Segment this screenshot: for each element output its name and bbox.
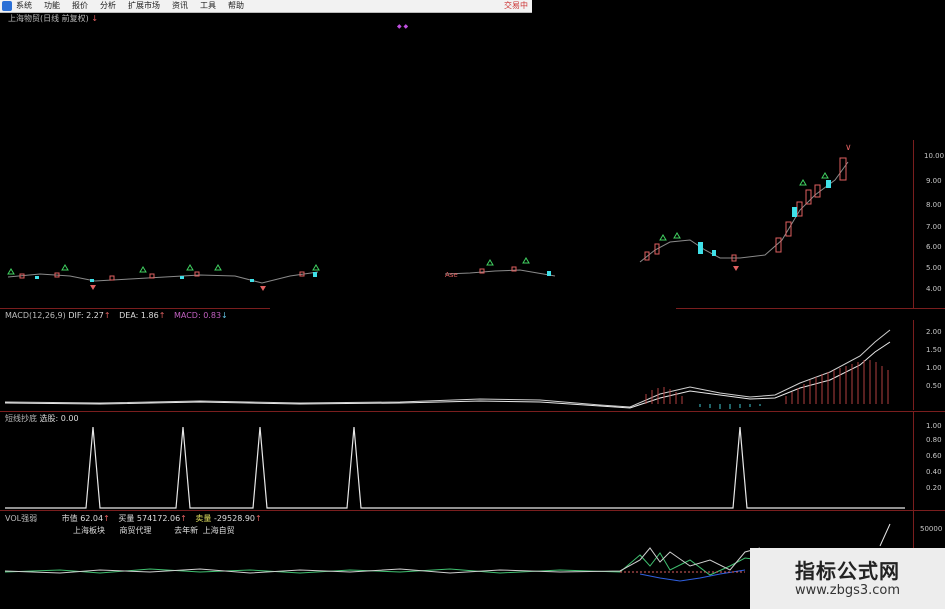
up-arrow-icon: [214, 264, 222, 271]
up-arrow-icon: [486, 259, 494, 266]
up-arrow-icon: [821, 172, 829, 179]
candles-down: [35, 180, 831, 282]
candle: [792, 207, 797, 217]
up-arrow-icon: [139, 266, 147, 273]
signal-series: [5, 426, 905, 509]
up-arrow-icon: [312, 264, 320, 271]
up-arrow-icon: [522, 257, 530, 264]
chart-canvas: ∨ Ase: [4, 143, 905, 582]
candles-up: [19, 157, 847, 281]
up-arrow-icon: [61, 264, 69, 271]
watermark-url: www.zbgs3.com: [794, 582, 901, 598]
candle: [180, 276, 184, 279]
candle: [90, 279, 94, 282]
candle: [35, 276, 39, 279]
candle: [826, 180, 831, 188]
price-series: ∨ Ase: [7, 143, 852, 291]
price-annotation: Ase: [445, 271, 458, 279]
up-arrow-icon: [673, 232, 681, 239]
candle: [712, 250, 716, 256]
down-arrow-icon: [733, 266, 739, 271]
macd-series: [4, 329, 891, 409]
down-arrow-icon: [90, 285, 96, 290]
watermark-banner: 指标公式网 www.zbgs3.com: [750, 548, 945, 609]
top-marker: ∨: [845, 143, 852, 153]
up-arrow-icon: [186, 264, 194, 271]
candle: [698, 242, 703, 254]
buy-signal-arrows: [7, 172, 829, 275]
candle: [814, 184, 821, 198]
candle: [313, 272, 317, 277]
candle: [250, 279, 254, 282]
up-arrow-icon: [659, 234, 667, 241]
down-arrow-icon: [260, 286, 266, 291]
up-arrow-icon: [799, 179, 807, 186]
candle: [547, 271, 551, 276]
watermark-title: 指标公式网: [795, 558, 900, 583]
up-arrow-icon: [7, 268, 15, 275]
candle: [109, 275, 115, 281]
macd-histogram-red: [645, 360, 889, 404]
macd-histogram-cyan: [699, 404, 761, 409]
